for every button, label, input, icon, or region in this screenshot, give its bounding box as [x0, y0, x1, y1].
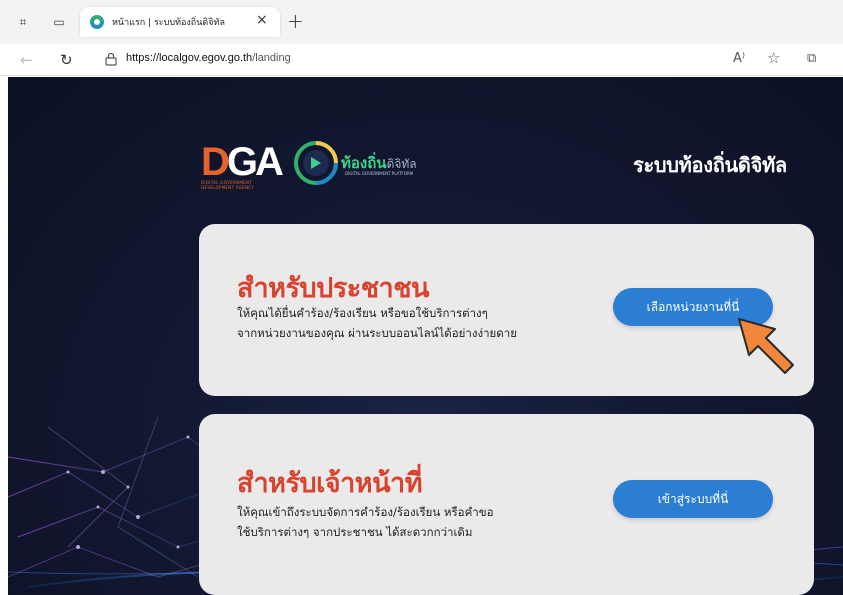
dga-logo-letter-d: D [201, 140, 230, 184]
citizen-card-description: ให้คุณได้ยื่นคำร้อง/ร้องเรียน หรือขอใช้บ… [237, 303, 517, 343]
workspaces-icon[interactable]: ⌗ [16, 15, 30, 29]
split-screen-icon[interactable]: ⧉ [807, 51, 816, 66]
staff-desc-line-1: ให้คุณเข้าถึงระบบจัดการคำร้อง/ร้องเรียน … [237, 505, 494, 519]
lock-icon[interactable] [105, 52, 117, 66]
local-logo-tagline: DIGITAL GOVERNMENT PLATFORM [345, 171, 414, 176]
tab-actions-icon[interactable]: ▭ [52, 15, 66, 29]
address-bar: ← ↻ https://localgov.egov.go.th/landing … [0, 44, 843, 76]
site-favicon-icon [90, 15, 104, 29]
citizen-desc-line-1: ให้คุณได้ยื่นคำร้อง/ร้องเรียน หรือขอใช้บ… [237, 306, 488, 320]
close-tab-icon[interactable]: × [256, 12, 268, 28]
dga-logo: DGA DIGITAL GOVERNMENT DEVELOPMENT AGENC… [201, 140, 284, 192]
staff-desc-line-2: ใช้บริการต่างๆ จากประชาชน ได้สะดวกกว่าเด… [237, 525, 473, 539]
local-digital-emblem-icon [294, 141, 338, 185]
site-title: ระบบท้องถิ่นดิจิทัล [633, 153, 787, 177]
landing-page: DGA DIGITAL GOVERNMENT DEVELOPMENT AGENC… [8, 77, 843, 595]
dga-logo-letters: GA [226, 140, 284, 184]
browser-tab-bar: ⌗ ▭ หน้าแรก | ระบบท้องถิ่นดิจิทัล × + [0, 0, 843, 44]
citizen-card: สำหรับประชาชน ให้คุณได้ยื่นคำร้อง/ร้องเร… [199, 224, 814, 396]
dga-logo-subtext: DIGITAL GOVERNMENT DEVELOPMENT AGENCY [201, 180, 255, 190]
pointer-arrow-icon [738, 318, 794, 374]
staff-card-description: ให้คุณเข้าถึงระบบจัดการคำร้อง/ร้องเรียน … [237, 502, 494, 542]
tab-title: หน้าแรก | ระบบท้องถิ่นดิจิทัล [112, 18, 225, 28]
staff-card: สำหรับเจ้าหน้าที่ ให้คุณเข้าถึงระบบจัดกา… [199, 414, 814, 595]
url-host: https://localgov.egov.go.th [126, 52, 253, 64]
favorite-star-icon[interactable]: ☆ [767, 49, 780, 67]
read-aloud-icon[interactable]: A⁾ [733, 51, 745, 66]
url-path: /landing [252, 52, 291, 64]
back-arrow-icon[interactable]: ← [20, 51, 33, 69]
url-field[interactable]: https://localgov.egov.go.th/landing [126, 52, 291, 64]
local-logo-brand-main: ท้องถิ่น [341, 154, 387, 172]
local-digital-logo: ท้องถิ่นดิจิทัล DIGITAL GOVERNMENT PLATF… [291, 138, 441, 190]
citizen-desc-line-2: จากหน่วยงานของคุณ ผ่านระบบออนไลน์ได้อย่า… [237, 326, 517, 340]
staff-card-title: สำหรับเจ้าหน้าที่ [237, 468, 423, 499]
staff-login-button[interactable]: เข้าสู่ระบบที่นี่ [613, 480, 773, 518]
local-logo-brand-suffix: ดิจิทัล [386, 157, 417, 171]
browser-tab-active[interactable]: หน้าแรก | ระบบท้องถิ่นดิจิทัล × [80, 7, 280, 37]
refresh-icon[interactable]: ↻ [60, 51, 73, 69]
new-tab-button[interactable]: + [287, 9, 304, 33]
